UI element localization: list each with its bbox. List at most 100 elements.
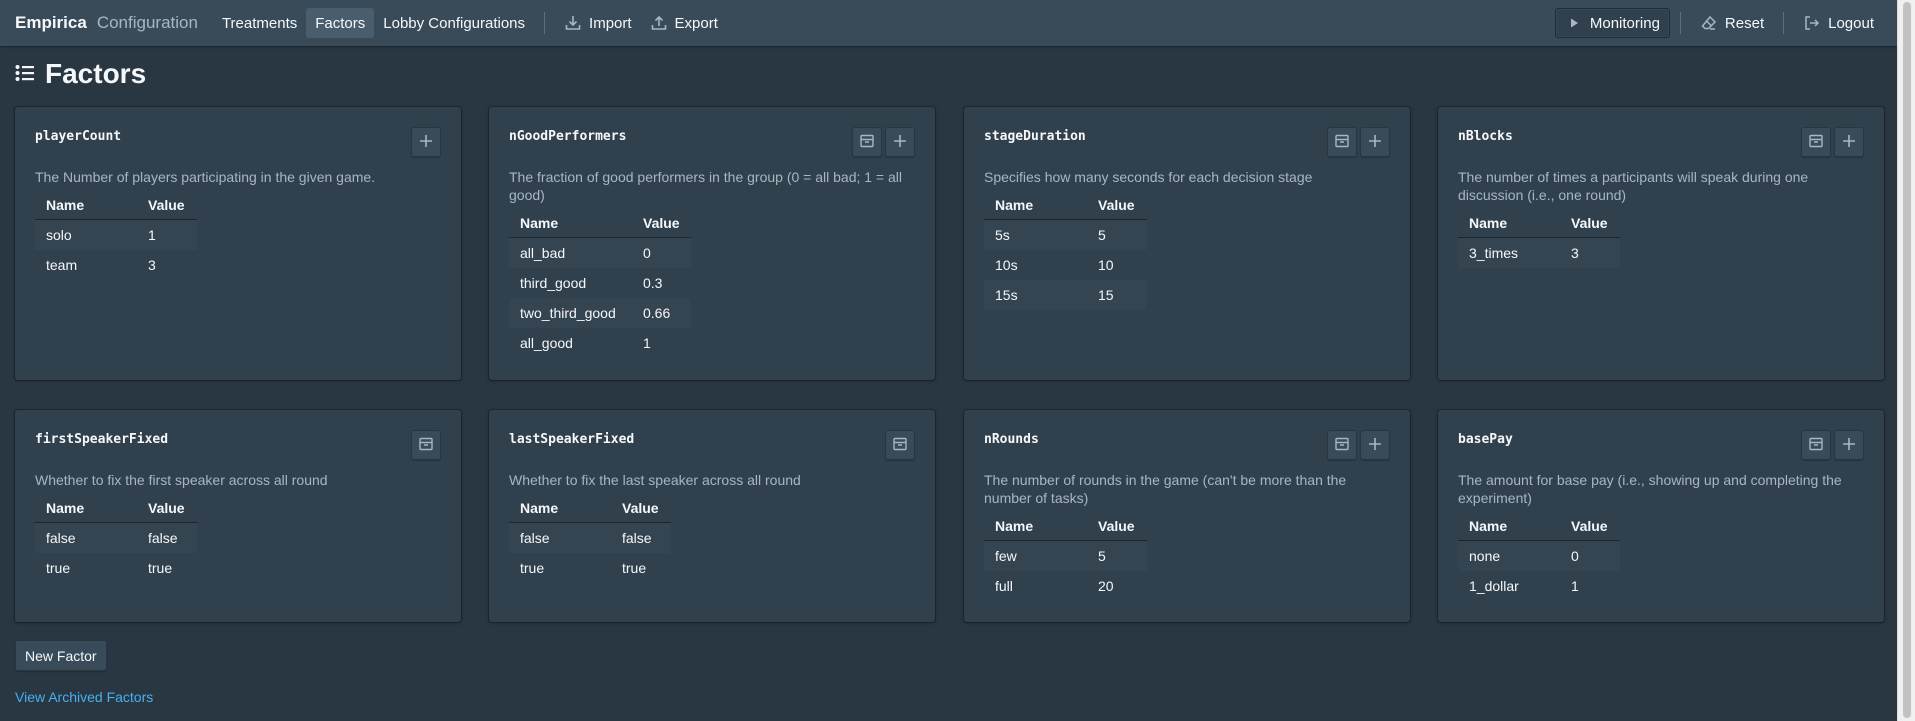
brand-subtitle: Configuration xyxy=(96,13,198,32)
factor-card: nRounds The number of rounds in the game… xyxy=(964,410,1410,622)
add-value-button[interactable] xyxy=(1834,430,1864,460)
factor-card: lastSpeakerFixed Whether to fix the last… xyxy=(489,410,935,622)
logout-button[interactable]: Logout xyxy=(1794,8,1883,38)
archive-button[interactable] xyxy=(1327,127,1357,157)
import-icon xyxy=(564,14,582,32)
table-row: true true xyxy=(46,559,173,576)
table-row: 5s 5 xyxy=(984,219,1147,250)
column-header-name: Name xyxy=(35,494,137,523)
column-header-value: Value xyxy=(1087,191,1147,220)
export-icon xyxy=(650,14,668,32)
column-header-name: Name xyxy=(35,191,137,220)
factor-card: nBlocks The number of times a participan… xyxy=(1438,107,1884,380)
table-row: false false xyxy=(509,522,671,553)
table-row: all_good 1 xyxy=(520,334,651,351)
factor-card: basePay The amount for base pay (i.e., s… xyxy=(1438,410,1884,622)
archive-button[interactable] xyxy=(1801,430,1831,460)
factor-description: Whether to fix the first speaker across … xyxy=(35,472,328,488)
plus-icon xyxy=(1369,134,1381,150)
plus-icon xyxy=(1369,437,1381,453)
table-row: few 5 xyxy=(984,540,1147,571)
values-table: Name Value 5s 5 10s 10 15s 15 xyxy=(984,191,1147,310)
archive-button[interactable] xyxy=(1801,127,1831,157)
table-row: 10s 10 xyxy=(995,256,1114,273)
factor-description: The Number of players participating in t… xyxy=(35,169,376,185)
values-table: Name Value few 5 full 20 xyxy=(984,512,1147,601)
table-row: all_bad 0 xyxy=(509,237,691,268)
factor-description: The number of rounds in the game (can't … xyxy=(984,472,1347,506)
archive-icon xyxy=(893,437,907,454)
add-value-button[interactable] xyxy=(411,127,441,157)
brand: Empirica Configuration xyxy=(15,13,198,33)
column-header-name: Name xyxy=(509,209,632,238)
column-header-value: Value xyxy=(137,191,197,220)
factor-card: stageDuration Specifies how many seconds… xyxy=(964,107,1410,380)
table-row: third_good 0.3 xyxy=(520,274,663,291)
factor-title: lastSpeakerFixed xyxy=(509,432,635,447)
archive-button[interactable] xyxy=(852,127,882,157)
table-row: 15s 15 xyxy=(984,279,1147,310)
table-row: full 20 xyxy=(995,577,1114,594)
page-title: Factors xyxy=(45,58,147,89)
reset-label: Reset xyxy=(1724,14,1765,32)
table-row: none 0 xyxy=(1458,540,1620,571)
factor-description: The fraction of good performers in the g… xyxy=(509,169,903,203)
column-header-name: Name xyxy=(984,191,1087,220)
nav-treatments[interactable]: Treatments xyxy=(213,8,306,38)
archive-button[interactable] xyxy=(1327,430,1357,460)
vertical-scrollbar[interactable] xyxy=(1897,0,1915,721)
plus-icon xyxy=(420,134,432,150)
values-table: Name Value all_bad 0 third_good 0.3 two_thi… xyxy=(509,209,691,358)
scrollbar-thumb[interactable] xyxy=(1903,2,1911,718)
values-table: Name Value none 0 1_dollar 1 xyxy=(1458,512,1620,601)
add-value-button[interactable] xyxy=(1360,430,1390,460)
values-table: Name Value solo 1 team 3 xyxy=(35,191,197,280)
factor-card: nGoodPerformers The fraction of good per… xyxy=(489,107,935,380)
logout-label: Logout xyxy=(1828,14,1874,32)
import-label: Import xyxy=(589,14,632,32)
column-header-name: Name xyxy=(984,512,1087,541)
factor-title: firstSpeakerFixed xyxy=(35,432,169,447)
import-button[interactable]: Import xyxy=(555,8,641,38)
logout-icon xyxy=(1803,14,1821,32)
archive-icon xyxy=(1335,134,1349,151)
archive-icon xyxy=(1809,134,1823,151)
monitoring-label: Monitoring xyxy=(1589,14,1660,32)
column-header-name: Name xyxy=(1458,512,1560,541)
table-row: team 3 xyxy=(46,256,156,273)
factor-description: Whether to fix the last speaker across a… xyxy=(509,472,801,488)
new-factor-button[interactable]: New Factor xyxy=(15,640,107,671)
column-header-value: Value xyxy=(137,494,197,523)
table-row: true true xyxy=(520,559,647,576)
brand-title: Empirica xyxy=(15,13,87,32)
top-navbar: Empirica Configuration Treatments Factor… xyxy=(0,0,1897,46)
view-archived-factors-link[interactable]: View Archived Factors xyxy=(15,689,153,705)
archive-button[interactable] xyxy=(411,430,441,460)
export-label: Export xyxy=(674,14,718,32)
table-row: 3_times 3 xyxy=(1458,237,1620,268)
archive-icon xyxy=(1809,437,1823,454)
add-value-button[interactable] xyxy=(1834,127,1864,157)
nav-divider xyxy=(544,12,546,34)
add-value-button[interactable] xyxy=(885,127,915,157)
values-table: Name Value 3_times 3 xyxy=(1458,209,1620,268)
properties-icon xyxy=(15,64,35,85)
archive-button[interactable] xyxy=(885,430,915,460)
plus-icon xyxy=(894,134,906,150)
add-value-button[interactable] xyxy=(1360,127,1390,157)
values-table: Name Value false false true true xyxy=(509,494,671,583)
page-header: Factors xyxy=(15,58,146,90)
factor-description: The amount for base pay (i.e., showing u… xyxy=(1458,472,1842,506)
nav-lobby-configurations[interactable]: Lobby Configurations xyxy=(374,8,534,38)
nav-factors[interactable]: Factors xyxy=(306,8,375,38)
monitoring-button[interactable]: Monitoring xyxy=(1554,8,1670,38)
export-button[interactable]: Export xyxy=(641,8,727,38)
archive-icon xyxy=(860,134,874,151)
factor-card: firstSpeakerFixed Whether to fix the fir… xyxy=(15,410,461,622)
column-header-value: Value xyxy=(632,209,691,238)
reset-button[interactable]: Reset xyxy=(1691,8,1773,38)
play-icon xyxy=(1565,14,1583,32)
factor-description: The number of times a participants will … xyxy=(1458,169,1809,203)
values-table: Name Value false false true true xyxy=(35,494,197,583)
nav-divider xyxy=(1783,12,1785,34)
